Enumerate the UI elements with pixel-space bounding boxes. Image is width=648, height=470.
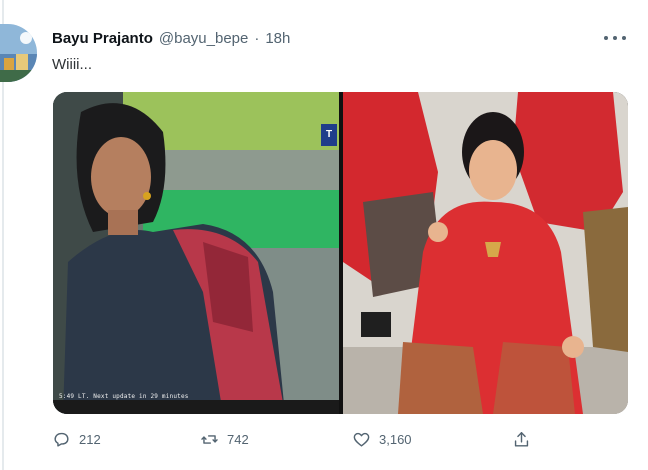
author-handle[interactable]: @bayu_bepe	[159, 30, 248, 47]
tweet-actions: 212 742 3,160	[52, 430, 612, 452]
header-separator: ·	[254, 30, 260, 47]
tweet-card[interactable]: Bayu Prajanto @bayu_bepe · 18h Wiiii...	[0, 0, 648, 470]
media-photo-right[interactable]	[343, 92, 628, 414]
retweet-count: 742	[227, 432, 249, 447]
tweet-media[interactable]: T 5:49 LT. Next update in 29 minutes	[53, 92, 628, 414]
tweet-text: Wiiii...	[52, 56, 92, 73]
share-button[interactable]	[512, 430, 531, 449]
media-photo-left[interactable]: T 5:49 LT. Next update in 29 minutes	[53, 92, 339, 414]
share-icon	[512, 430, 531, 449]
reply-count: 212	[79, 432, 101, 447]
like-button[interactable]: 3,160	[352, 430, 412, 449]
reply-button[interactable]: 212	[52, 430, 101, 449]
like-count: 3,160	[379, 432, 412, 447]
news-ticker-caption: 5:49 LT. Next update in 29 minutes	[59, 393, 189, 400]
retweet-button[interactable]: 742	[200, 430, 249, 449]
reply-icon	[52, 430, 71, 449]
more-horizontal-icon[interactable]	[604, 30, 626, 46]
avatar[interactable]	[0, 24, 37, 82]
retweet-icon	[200, 430, 219, 449]
heart-icon	[352, 430, 371, 449]
tweet-header: Bayu Prajanto @bayu_bepe · 18h	[52, 30, 290, 47]
news-channel-logo: T	[321, 124, 337, 146]
author-name[interactable]: Bayu Prajanto	[52, 30, 153, 47]
tweet-timestamp[interactable]: 18h	[265, 30, 290, 47]
